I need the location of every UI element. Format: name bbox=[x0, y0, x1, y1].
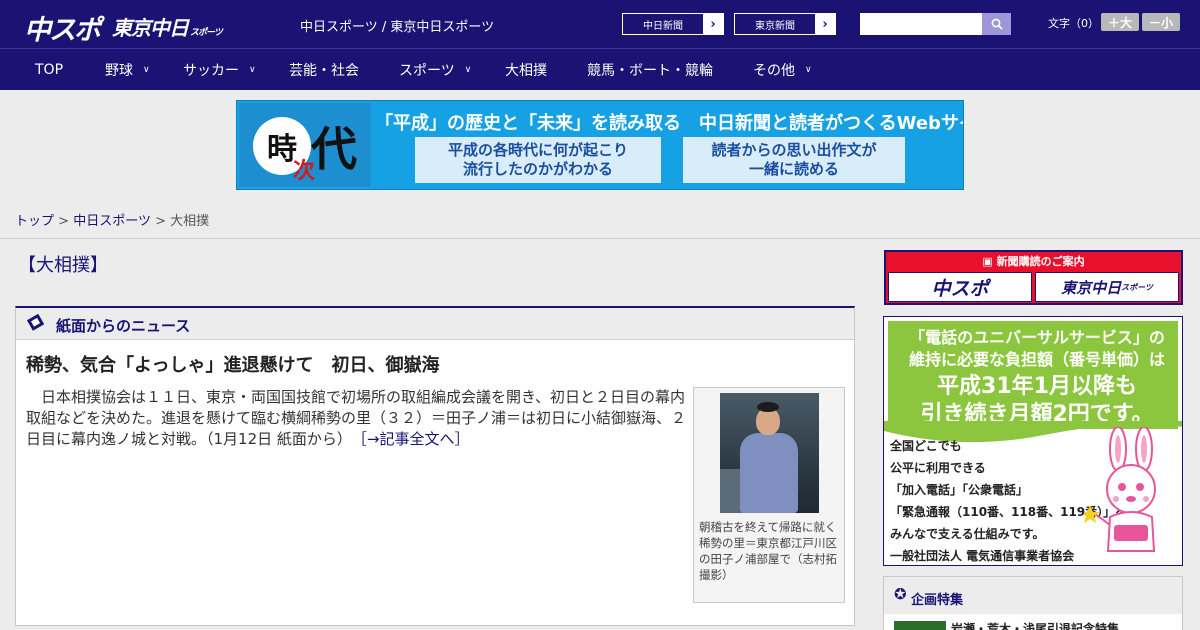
ad-body-line: 「加入電話」「公衆電話」 bbox=[890, 483, 1029, 497]
chevron-down-icon: ∨ bbox=[143, 64, 150, 75]
ad-body: 全国どこでも 公平に利用できる 「加入電話」「公衆電話」 「緊急通報（110番、… bbox=[890, 435, 1128, 565]
news-section-title: 紙面からのニュース bbox=[56, 317, 191, 335]
banner-box-line: 一緒に読める bbox=[748, 160, 839, 178]
banner-box-line: 平成の各時代に何が起こり bbox=[447, 141, 628, 159]
photo-figure-body bbox=[740, 433, 798, 513]
jidai-logo: 時 次 代 bbox=[239, 103, 371, 187]
chevron-right-icon: › bbox=[703, 14, 723, 34]
breadcrumb-top[interactable]: トップ bbox=[15, 214, 54, 229]
breadcrumb-separator: > bbox=[58, 214, 70, 229]
jidai-banner[interactable]: 時 次 代 「平成」の歴史と「未来」を読み取る 中日新聞と読者がつくるWebサイ… bbox=[236, 100, 964, 190]
nav-item-sports[interactable]: スポーツ ∨ bbox=[399, 49, 471, 90]
banner-box-history: 平成の各時代に何が起こり 流行したのかがわかる bbox=[415, 137, 661, 183]
nav-label: スポーツ bbox=[399, 62, 455, 79]
rabbit-mascot-icon bbox=[1084, 427, 1156, 552]
ad-body-line: 公平に利用できる bbox=[890, 461, 986, 475]
breadcrumb-separator: > bbox=[155, 214, 166, 229]
search-button[interactable] bbox=[982, 13, 1011, 35]
news-section: 紙面からのニュース 稀勢、気合「よっしゃ」進退懸けて 初日、御嶽海 日本相撲協会… bbox=[15, 306, 855, 626]
breadcrumb-bar: トップ > 中日スポーツ > 大相撲 bbox=[0, 199, 1200, 239]
ad-green-panel: 「電話のユニバーサルサービス」の 維持に必要な負担額（番号単価）は 平成31年1月… bbox=[888, 321, 1178, 429]
newspaper-icon: ▣ bbox=[982, 255, 997, 268]
nav-label: 芸能・社会 bbox=[289, 62, 359, 79]
photo-figure-hair bbox=[757, 402, 779, 412]
ad-text: 平成31年1月以降も bbox=[937, 374, 1137, 399]
font-size-decrease-button[interactable]: －小 bbox=[1142, 13, 1180, 31]
feature-item-link[interactable]: 岩瀬・荒木・浅尾引退記念特集 bbox=[951, 620, 1119, 630]
breadcrumb-chunichi-sports[interactable]: 中日スポーツ bbox=[73, 214, 151, 229]
chunichi-shimbun-label: 中日新聞 bbox=[623, 14, 703, 34]
banner-headline: 「平成」の歴史と「未来」を読み取る 中日新聞と読者がつくるWebサイト bbox=[375, 113, 964, 134]
feature-thumbnail[interactable] bbox=[894, 621, 946, 630]
ad-body-line: みんなで支える仕組みです。 bbox=[890, 527, 1045, 541]
tile-text: 東京中日 bbox=[1061, 278, 1122, 297]
search-icon bbox=[991, 18, 1003, 30]
nav-item-soccer[interactable]: サッカー ∨ bbox=[183, 49, 256, 90]
site-title: 中日スポーツ / 東京中日スポーツ bbox=[300, 20, 495, 35]
nav-item-other[interactable]: その他 ∨ bbox=[753, 49, 812, 90]
ad-body-line: 「緊急通報（110番、118番、119番）」を bbox=[890, 505, 1128, 519]
chunichi-sports-logo[interactable]: 中スポ bbox=[24, 8, 101, 47]
subscribe-chuspo-button[interactable]: 中スポ bbox=[888, 272, 1032, 302]
ad-text: 維持に必要な負担額（番号単価）は bbox=[908, 350, 1165, 369]
tokyo-shimbun-label: 東京新聞 bbox=[735, 14, 815, 34]
article-title[interactable]: 稀勢、気合「よっしゃ」進退懸けて 初日、御嶽海 bbox=[26, 351, 439, 377]
chevron-down-icon: ∨ bbox=[805, 64, 812, 75]
tokyo-chunichi-logo[interactable]: 東京中日 スポーツ bbox=[112, 12, 223, 41]
article-photo[interactable] bbox=[720, 393, 819, 513]
nav-item-sumo[interactable]: 大相撲 bbox=[505, 49, 547, 90]
nav-item-racing[interactable]: 競馬・ボート・競輪 bbox=[587, 49, 713, 90]
chunichi-shimbun-link[interactable]: 中日新聞 › bbox=[622, 13, 724, 35]
ribbon-icon: ✪ bbox=[894, 585, 907, 603]
page-title: 【大相撲】 bbox=[18, 255, 108, 276]
ad-text: 「電話のユニバーサルサービス」の bbox=[909, 328, 1165, 347]
nav-label: 大相撲 bbox=[505, 62, 547, 79]
font-size-increase-button[interactable]: ＋大 bbox=[1101, 13, 1139, 31]
nav-label: その他 bbox=[753, 62, 795, 79]
tokyo-logo-text: 東京中日 bbox=[112, 16, 189, 40]
chevron-right-icon: › bbox=[815, 14, 835, 34]
chevron-down-icon: ∨ bbox=[249, 64, 256, 75]
tile-sub: スポーツ bbox=[1121, 282, 1153, 292]
tokyo-shimbun-link[interactable]: 東京新聞 › bbox=[734, 13, 836, 35]
breadcrumb: トップ > 中日スポーツ > 大相撲 bbox=[15, 210, 209, 229]
article-more-link[interactable]: ［→記事全文へ］ bbox=[359, 430, 469, 448]
nav-item-top[interactable]: TOP bbox=[35, 49, 63, 90]
search-input[interactable] bbox=[860, 13, 982, 35]
banner-box-memories: 読者からの思い出作文が 一緒に読める bbox=[683, 137, 905, 183]
chevron-down-icon: ∨ bbox=[464, 64, 472, 75]
photo-caption: 朝稽古を終えて帰路に就く稀勢の里＝東京都江戸川区の田子ノ浦部屋で（志村拓撮影） bbox=[699, 520, 837, 582]
nav-label: 野球 bbox=[105, 62, 133, 79]
universal-service-ad[interactable]: 「電話のユニバーサルサービス」の 維持に必要な負担額（番号単価）は 平成31年1月… bbox=[883, 316, 1183, 566]
news-section-header: 紙面からのニュース bbox=[16, 308, 854, 340]
feature-section: ✪ 企画特集 岩瀬・荒木・浅尾引退記念特集 bbox=[883, 576, 1183, 630]
ad-sponsor: 一般社団法人 電気通信事業者協会 bbox=[890, 549, 1075, 563]
banner-box-line: 流行したのかがわかる bbox=[462, 160, 613, 178]
article-body: 日本相撲協会は１１日、東京・両国国技館で初場所の取組編成会議を開き、初日と２日目… bbox=[26, 387, 686, 450]
tokyo-logo-sub: スポーツ bbox=[190, 28, 223, 38]
nav-label: 競馬・ボート・競輪 bbox=[587, 62, 713, 79]
nav-item-baseball[interactable]: 野球 ∨ bbox=[105, 49, 150, 90]
article-text: 日本相撲協会は１１日、東京・両国国技館で初場所の取組編成会議を開き、初日と２日目… bbox=[26, 388, 687, 448]
ad-line-1: 「電話のユニバーサルサービス」の 維持に必要な負担額（番号単価）は bbox=[892, 327, 1182, 371]
subscription-label: ▣ 新聞購読のご案内 bbox=[886, 253, 1181, 269]
newspaper-icon bbox=[26, 314, 45, 331]
jidai-logo-dai: 代 bbox=[311, 122, 357, 176]
nav-label: TOP bbox=[35, 61, 64, 78]
subscribe-tokyo-chunichi-button[interactable]: 東京中日 スポーツ bbox=[1035, 272, 1179, 302]
ad-body-line: 全国どこでも bbox=[890, 439, 962, 453]
breadcrumb-current: 大相撲 bbox=[170, 214, 210, 229]
top-header: 中スポ 東京中日 スポーツ 中日スポーツ / 東京中日スポーツ 中日新聞 › 東京… bbox=[0, 0, 1200, 48]
nav-label: サッカー bbox=[183, 62, 239, 79]
font-size-label: 文字（0） bbox=[1048, 17, 1099, 30]
nav-item-entertainment[interactable]: 芸能・社会 bbox=[289, 49, 359, 90]
subscription-label-text: 新聞購読のご案内 bbox=[996, 255, 1085, 268]
feature-header: ✪ 企画特集 bbox=[884, 577, 1182, 614]
feature-title: 企画特集 bbox=[911, 593, 964, 608]
article-photo-box: 朝稽古を終えて帰路に就く稀勢の里＝東京都江戸川区の田子ノ浦部屋で（志村拓撮影） bbox=[693, 387, 845, 603]
subscription-banner: ▣ 新聞購読のご案内 中スポ 東京中日 スポーツ bbox=[884, 250, 1183, 305]
main-nav: TOP 野球 ∨ サッカー ∨ 芸能・社会 スポーツ ∨ 大相撲 競馬・ボート・競輪 … bbox=[0, 48, 1200, 90]
banner-box-line: 読者からの思い出作文が bbox=[711, 141, 877, 159]
